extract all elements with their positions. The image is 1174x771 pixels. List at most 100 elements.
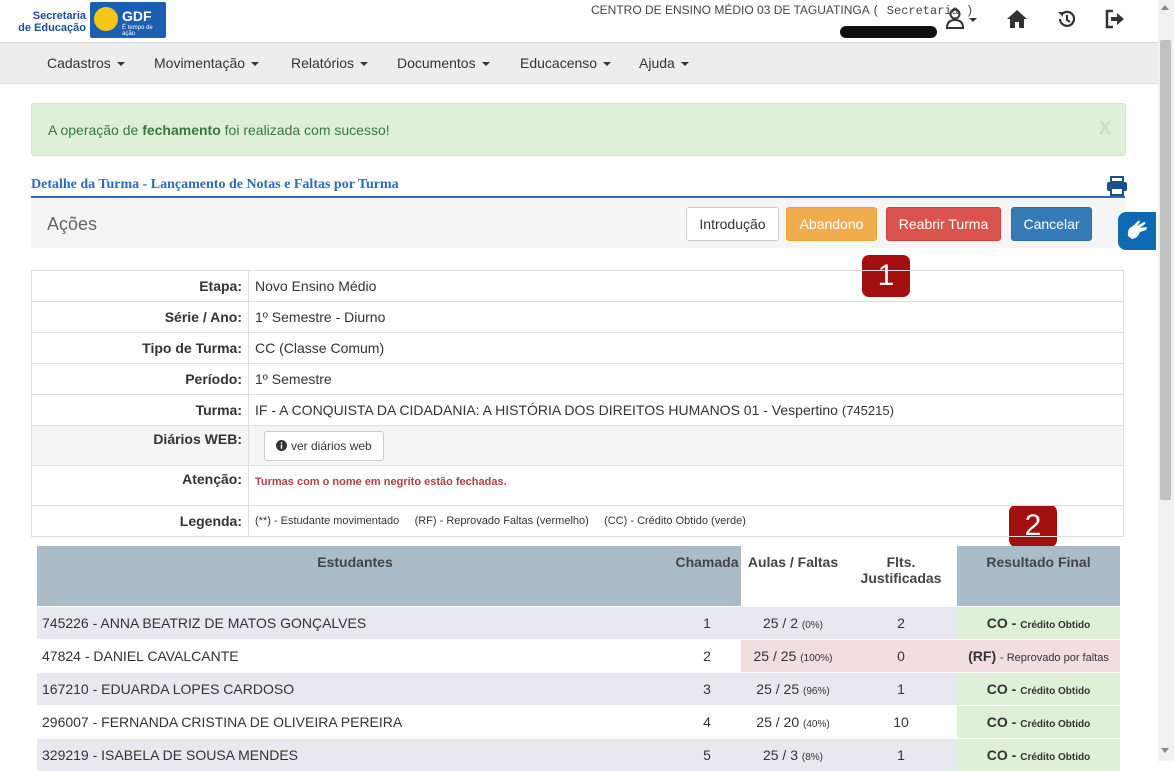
aulas-faltas-value: 25 / 25 xyxy=(754,648,797,664)
header-resultado-final[interactable]: Resultado Final xyxy=(957,546,1120,607)
gdf-logo[interactable]: GDF É tempo de ação xyxy=(90,2,166,38)
info-icon xyxy=(276,440,287,451)
nav-movimentacao-label: Movimentação xyxy=(154,55,245,71)
info-row-legenda: Legenda: (**) - Estudante movimentado (R… xyxy=(32,506,1124,537)
redacted-username xyxy=(840,26,937,38)
alert-bold: fechamento xyxy=(142,122,221,138)
table-row[interactable]: 296007 - FERNANDA CRISTINA DE OLIVEIRA P… xyxy=(37,706,1120,739)
introducao-button[interactable]: Introdução xyxy=(686,207,779,241)
resultado-final: CO - Crédito Obtido xyxy=(957,739,1120,771)
caret-down-icon xyxy=(603,62,611,66)
info-label: Atenção: xyxy=(32,466,249,506)
abandono-button[interactable]: Abandono xyxy=(786,207,877,241)
faltas-percent: (40%) xyxy=(803,719,830,730)
header-chamada[interactable]: Chamada xyxy=(673,546,741,607)
table-row[interactable]: 329219 - ISABELA DE SOUSA MENDES 5 25 / … xyxy=(37,739,1120,771)
header-flts-justificadas[interactable]: Flts.Justificadas xyxy=(845,546,957,607)
table-row[interactable]: 47824 - DANIEL CAVALCANTE 2 25 / 25 (100… xyxy=(37,640,1120,673)
info-value-diarios: ver diários web xyxy=(249,426,1124,466)
logout-button[interactable] xyxy=(1104,8,1126,30)
actions-label: Ações xyxy=(47,214,97,235)
flts-justificadas: 2 xyxy=(845,607,957,640)
gdf-logo-text: GDF xyxy=(122,8,152,24)
print-icon xyxy=(1106,176,1128,196)
nav-cadastros-label: Cadastros xyxy=(47,55,111,71)
table-row[interactable]: 167210 - EDUARDA LOPES CARDOSO 3 25 / 25… xyxy=(37,673,1120,706)
table-row[interactable]: 745226 - ANNA BEATRIZ DE MATOS GONÇALVES… xyxy=(37,607,1120,640)
print-button[interactable] xyxy=(1106,176,1128,199)
atencao-text: Turmas com o nome em negrito estão fecha… xyxy=(255,476,507,488)
info-value-etapa: Novo Ensino Médio xyxy=(249,271,1124,302)
student-name[interactable]: 745226 - ANNA BEATRIZ DE MATOS GONÇALVES xyxy=(37,607,673,640)
resultado-code: (RF) xyxy=(968,648,996,664)
reabrir-turma-button[interactable]: Reabrir Turma xyxy=(886,207,1001,241)
home-icon xyxy=(1006,8,1028,30)
gdf-flower-icon xyxy=(94,7,118,31)
nav-ajuda[interactable]: Ajuda xyxy=(639,55,689,71)
alert-close-button[interactable]: X xyxy=(1099,118,1111,139)
top-bar: Secretaria de Educação GDF É tempo de aç… xyxy=(0,0,1158,42)
history-button[interactable] xyxy=(1056,8,1078,30)
aulas-faltas-value: 25 / 20 xyxy=(756,714,799,730)
faltas-percent: (8%) xyxy=(802,752,823,763)
nav-documentos[interactable]: Documentos xyxy=(397,55,490,71)
nav-cadastros[interactable]: Cadastros xyxy=(47,55,125,71)
turma-name: IF - A CONQUISTA DA CIDADANIA: A HISTÓRI… xyxy=(255,402,838,418)
flts-justificadas: 1 xyxy=(845,739,957,771)
caret-down-icon xyxy=(360,62,368,66)
student-name[interactable]: 329219 - ISABELA DE SOUSA MENDES xyxy=(37,739,673,771)
ver-diarios-web-button[interactable]: ver diários web xyxy=(264,431,384,461)
page-title: Detalhe da Turma - Lançamento de Notas e… xyxy=(31,177,399,193)
info-label: Diários WEB: xyxy=(32,426,249,466)
aulas-faltas: 25 / 2 (0%) xyxy=(741,607,845,640)
alert-message: A operação de fechamento foi realizada c… xyxy=(48,122,390,138)
resultado-code: CO - xyxy=(987,681,1017,697)
info-value-periodo: 1º Semestre xyxy=(249,364,1124,395)
nav-movimentacao[interactable]: Movimentação xyxy=(154,55,259,71)
alert-prefix: A operação de xyxy=(48,122,142,138)
grades-header-row: Estudantes Chamada Aulas / Faltas Flts.J… xyxy=(37,546,1120,607)
nav-educacenso-label: Educacenso xyxy=(520,55,597,71)
history-icon xyxy=(1056,8,1078,30)
info-label: Etapa: xyxy=(32,271,249,302)
scroll-up-icon[interactable] xyxy=(1161,5,1169,10)
scroll-down-icon[interactable] xyxy=(1161,748,1169,753)
resultado-final: (RF) - Reprovado por faltas xyxy=(957,640,1120,673)
libras-accessibility-button[interactable] xyxy=(1118,212,1156,250)
user-menu-button[interactable] xyxy=(945,8,979,30)
chamada-number: 1 xyxy=(673,607,741,640)
cancelar-button[interactable]: Cancelar xyxy=(1011,207,1092,241)
secretaria-logo-line1: Secretaria xyxy=(33,10,86,22)
grades-table: Estudantes Chamada Aulas / Faltas Flts.J… xyxy=(37,546,1120,771)
flts-justificadas: 0 xyxy=(845,640,957,673)
student-name[interactable]: 47824 - DANIEL CAVALCANTE xyxy=(37,640,673,673)
student-name[interactable]: 167210 - EDUARDA LOPES CARDOSO xyxy=(37,673,673,706)
scrollbar-thumb[interactable] xyxy=(1160,40,1171,500)
chamada-number: 5 xyxy=(673,739,741,771)
chamada-number: 2 xyxy=(673,640,741,673)
aulas-faltas: 25 / 3 (8%) xyxy=(741,739,845,771)
main-nav: Cadastros Movimentação Relatórios Docume… xyxy=(0,42,1158,84)
faltas-percent: (0%) xyxy=(802,620,823,631)
success-alert: A operação de fechamento foi realizada c… xyxy=(31,103,1126,156)
nav-educacenso[interactable]: Educacenso xyxy=(520,55,611,71)
info-row-turma: Turma: IF - A CONQUISTA DA CIDADANIA: A … xyxy=(32,395,1124,426)
flts-justificadas: 1 xyxy=(845,673,957,706)
secretaria-logo[interactable]: Secretaria de Educação xyxy=(14,10,86,34)
actions-panel: Ações Introdução Abandono Reabrir Turma … xyxy=(31,198,1125,248)
nav-documentos-label: Documentos xyxy=(397,55,476,71)
header-estudantes[interactable]: Estudantes xyxy=(37,546,673,607)
aulas-faltas: 25 / 25 (96%) xyxy=(741,673,845,706)
legenda-movimentado: (**) - Estudante movimentado xyxy=(255,515,399,527)
caret-down-icon xyxy=(251,62,259,66)
resultado-desc: Crédito Obtido xyxy=(1020,719,1090,730)
nav-relatorios[interactable]: Relatórios xyxy=(291,55,368,71)
resultado-final: CO - Crédito Obtido xyxy=(957,673,1120,706)
aulas-faltas-value: 25 / 25 xyxy=(756,681,799,697)
header-aulas-faltas[interactable]: Aulas / Faltas xyxy=(741,546,845,607)
user-icon xyxy=(945,8,979,30)
resultado-desc: Crédito Obtido xyxy=(1020,752,1090,763)
home-button[interactable] xyxy=(1006,8,1028,30)
caret-down-icon xyxy=(681,62,689,66)
student-name[interactable]: 296007 - FERNANDA CRISTINA DE OLIVEIRA P… xyxy=(37,706,673,739)
